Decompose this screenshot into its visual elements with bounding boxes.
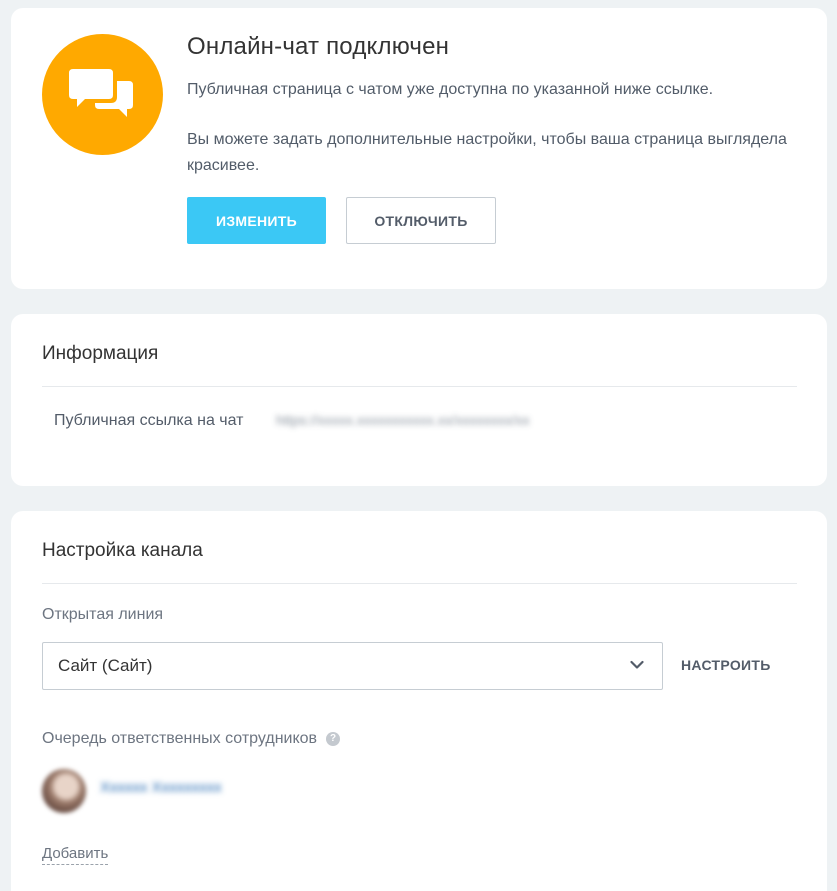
help-icon[interactable]: ? — [326, 732, 341, 746]
status-card: Онлайн-чат подключен Публичная страница … — [11, 8, 827, 289]
settings-title: Настройка канала — [42, 540, 203, 561]
divider — [42, 583, 797, 584]
user-name-link[interactable]: Xxxxxx Xxxxxxxxx — [100, 779, 222, 796]
edit-button[interactable]: ИЗМЕНИТЬ — [187, 197, 326, 244]
status-description: Публичная страница с чатом уже доступна … — [187, 81, 714, 98]
openline-select[interactable]: Сайт (Сайт) — [42, 642, 663, 690]
openline-label: Открытая линия — [42, 606, 164, 623]
configure-button[interactable]: НАСТРОИТЬ — [681, 657, 771, 673]
status-hint: Вы можете задать дополнительные настройк… — [187, 131, 787, 174]
queue-label: Очередь ответственных сотрудников — [42, 730, 318, 747]
status-title: Онлайн-чат подключен — [187, 33, 450, 60]
public-link[interactable]: https://xxxxx.xxxxxxxxxxx.xx/xxxxxxxx/xx — [276, 412, 530, 428]
openline-select-value: Сайт (Сайт) — [58, 656, 153, 675]
avatar — [42, 769, 86, 813]
divider — [42, 386, 797, 387]
channel-settings-card: Настройка канала Открытая линия Сайт (Са… — [11, 511, 827, 891]
info-card: Информация Публичная ссылка на чат https… — [11, 314, 827, 486]
chevron-down-icon — [630, 660, 644, 669]
disable-button[interactable]: ОТКЛЮЧИТЬ — [346, 197, 496, 244]
add-user-link[interactable]: Добавить — [42, 845, 109, 865]
info-title: Информация — [42, 343, 159, 364]
public-link-label: Публичная ссылка на чат — [54, 412, 244, 429]
queue-label-row: Очередь ответственных сотрудников ? — [42, 730, 341, 748]
chat-bubbles-icon — [42, 34, 163, 155]
